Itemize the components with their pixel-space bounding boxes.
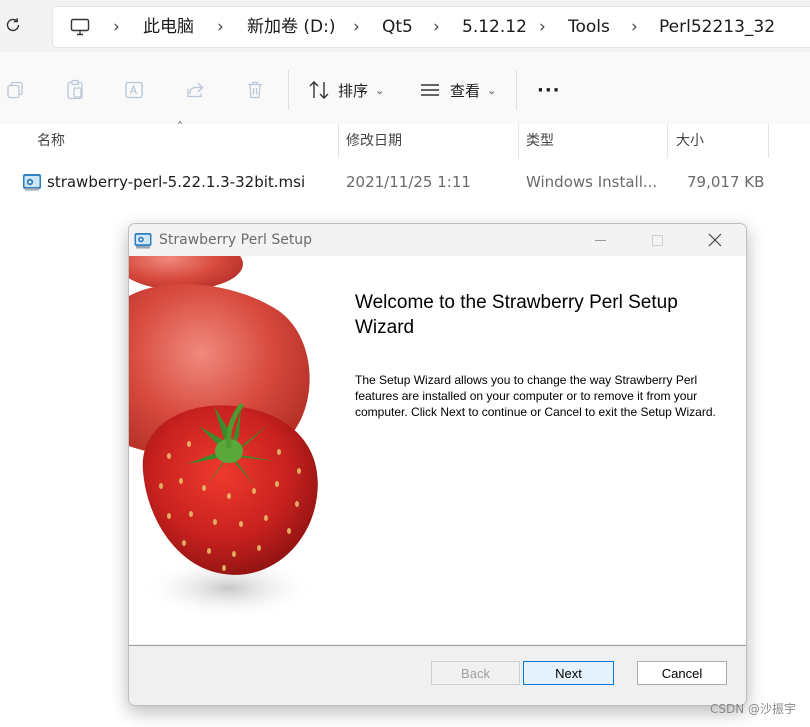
view-lines-icon	[419, 81, 441, 99]
view-button[interactable]: 查看 ⌄	[419, 76, 496, 104]
setup-dialog: Strawberry Perl Setup Welcome to the Str…	[128, 223, 747, 706]
sort-label: 排序	[338, 81, 369, 100]
table-row[interactable]: strawberry-perl-5.22.1.3-32bit.msi 2021/…	[0, 166, 810, 198]
chevron-right-icon[interactable]: ›	[539, 7, 546, 47]
file-type: Windows Install...	[526, 173, 658, 191]
view-label: 查看	[450, 81, 481, 100]
file-list-header: ˄ 名称 修改日期 类型 大小	[0, 120, 810, 158]
rename-icon[interactable]	[123, 78, 147, 102]
dialog-titlebar[interactable]: Strawberry Perl Setup	[129, 224, 746, 256]
back-button[interactable]: Back	[431, 661, 520, 685]
file-name[interactable]: strawberry-perl-5.22.1.3-32bit.msi	[47, 166, 305, 198]
file-modified: 2021/11/25 1:11	[346, 173, 471, 191]
column-size[interactable]: 大小	[676, 124, 704, 158]
chevron-right-icon[interactable]: ›	[353, 7, 360, 47]
chevron-right-icon[interactable]: ›	[217, 7, 224, 47]
dialog-title: Strawberry Perl Setup	[159, 232, 313, 248]
dialog-body: Welcome to the Strawberry Perl Setup Wiz…	[129, 256, 746, 644]
watermark: CSDN @沙振宇	[709, 702, 796, 716]
chevron-down-icon: ⌄	[487, 83, 497, 97]
column-modified[interactable]: 修改日期	[346, 124, 402, 158]
breadcrumb-qt5[interactable]: Qt5	[382, 7, 413, 47]
column-divider[interactable]	[768, 124, 769, 158]
sort-button[interactable]: 排序 ⌄	[308, 76, 384, 104]
breadcrumb-tools[interactable]: Tools	[568, 7, 610, 47]
column-divider[interactable]	[518, 124, 519, 158]
chevron-right-icon[interactable]: ›	[113, 7, 120, 47]
column-divider[interactable]	[667, 124, 668, 158]
column-divider[interactable]	[338, 124, 339, 158]
delete-icon[interactable]	[243, 78, 267, 102]
chevron-down-icon: ⌄	[375, 83, 385, 97]
breadcrumb-version[interactable]: 5.12.12	[462, 7, 527, 47]
msi-file-icon	[22, 172, 42, 196]
welcome-description: The Setup Wizard allows you to change th…	[355, 373, 716, 419]
toolbar-divider	[516, 70, 517, 110]
maximize-button[interactable]	[633, 224, 681, 256]
breadcrumb-drive-d[interactable]: 新加卷 (D:)	[247, 7, 336, 47]
column-type[interactable]: 类型	[526, 124, 554, 158]
refresh-icon[interactable]	[3, 14, 23, 36]
command-bar: 排序 ⌄ 查看 ⌄ ···	[0, 52, 810, 125]
file-size: 79,017 KB	[687, 173, 765, 191]
paste-icon[interactable]	[63, 78, 87, 102]
address-row: › 此电脑 › 新加卷 (D:) › Qt5 › 5.12.12 › Tools…	[0, 0, 810, 52]
maximize-icon	[651, 234, 663, 246]
toolbar-divider	[288, 70, 289, 110]
cancel-button[interactable]: Cancel	[637, 661, 727, 685]
computer-icon[interactable]	[69, 16, 91, 42]
next-button[interactable]: Next	[523, 661, 614, 685]
sort-icon	[308, 80, 330, 100]
minimize-icon	[594, 239, 606, 241]
more-options-button[interactable]: ···	[537, 76, 561, 104]
dialog-footer: Back Next Cancel	[129, 646, 746, 705]
chevron-right-icon[interactable]: ›	[433, 7, 440, 47]
installer-icon	[134, 232, 152, 253]
column-name[interactable]: 名称	[37, 124, 65, 158]
address-bar[interactable]: › 此电脑 › 新加卷 (D:) › Qt5 › 5.12.12 › Tools…	[52, 6, 810, 48]
chevron-right-icon[interactable]: ›	[631, 7, 638, 47]
copy-icon[interactable]	[3, 78, 27, 102]
share-icon[interactable]	[183, 78, 207, 102]
sort-ascending-icon: ˄	[177, 120, 183, 134]
minimize-button[interactable]	[576, 224, 624, 256]
breadcrumb-perl-folder[interactable]: Perl52213_32	[659, 7, 775, 47]
breadcrumb-this-pc[interactable]: 此电脑	[143, 7, 194, 47]
close-icon	[708, 233, 722, 247]
close-button[interactable]	[691, 224, 739, 256]
welcome-heading: Welcome to the Strawberry Perl Setup Wiz…	[355, 292, 678, 338]
strawberry-image	[129, 256, 318, 620]
